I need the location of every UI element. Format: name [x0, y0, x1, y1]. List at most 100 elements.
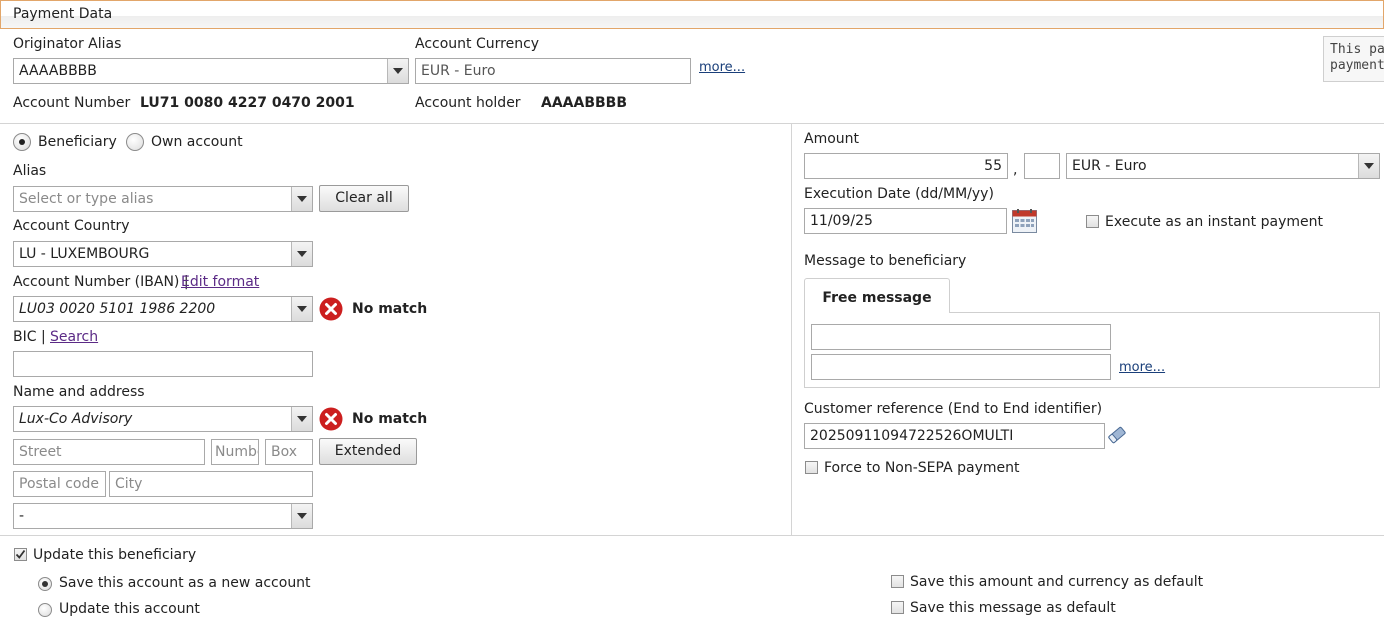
message-line-1-input[interactable]	[811, 324, 1111, 350]
amount-currency-value: EUR - Euro	[1072, 158, 1147, 174]
customer-reference-value: 20250911094722526OMULTI	[810, 428, 1014, 444]
update-beneficiary-label: Update this beneficiary	[33, 547, 197, 563]
customer-reference-input[interactable]: 20250911094722526OMULTI	[804, 423, 1105, 449]
payment-data-title: Payment Data	[13, 6, 113, 22]
column-divider	[791, 124, 792, 535]
error-x-icon	[319, 297, 343, 321]
originator-alias-value: AAAABBBB	[19, 63, 97, 79]
postal-code-placeholder: Postal code	[19, 476, 99, 492]
box-placeholder: Box	[271, 444, 298, 460]
calendar-icon[interactable]	[1012, 209, 1037, 233]
update-account-radio[interactable]	[38, 603, 52, 617]
amount-value: 55	[984, 158, 1002, 174]
name-address-label: Name and address	[13, 384, 145, 400]
postal-code-input[interactable]: Postal code	[13, 471, 106, 497]
customer-reference-label: Customer reference (End to End identifie…	[804, 401, 1103, 417]
amount-label: Amount	[804, 131, 860, 147]
street-input[interactable]: Street	[13, 439, 205, 465]
eraser-icon[interactable]	[1107, 425, 1127, 445]
own-account-radio[interactable]	[126, 133, 144, 151]
city-placeholder: City	[115, 476, 143, 492]
alias-label: Alias	[13, 163, 47, 179]
instant-payment-label: Execute as an instant payment	[1105, 214, 1323, 230]
message-label: Message to beneficiary	[804, 253, 967, 269]
save-message-default-label: Save this message as default	[910, 600, 1116, 616]
account-holder-value: AAAABBBB	[541, 95, 628, 111]
save-new-account-label: Save this account as a new account	[59, 575, 311, 591]
message-line-2-input[interactable]	[811, 354, 1111, 380]
city-input[interactable]: City	[109, 471, 313, 497]
iban-value: LU03 0020 5101 1986 2200	[19, 301, 216, 317]
account-number-label: Account Number	[13, 95, 131, 111]
number-placeholder: Numbe	[215, 444, 258, 460]
tab-free-message-label: Free message	[822, 290, 932, 306]
section-divider-top	[0, 123, 1384, 124]
update-account-label: Update this account	[59, 601, 200, 617]
name-value: Lux-Co Advisory	[19, 411, 133, 427]
account-number-value: LU71 0080 4227 0470 2001	[140, 95, 355, 111]
cents-input[interactable]	[1024, 153, 1060, 179]
tab-free-message[interactable]: Free message	[804, 278, 950, 313]
chevron-down-icon[interactable]	[1358, 154, 1379, 178]
payment-data-header: Payment Data	[0, 0, 1384, 29]
account-country-value: LU - LUXEMBOURG	[19, 246, 150, 262]
account-country-select[interactable]: LU - LUXEMBOURG	[13, 241, 313, 267]
clear-all-button[interactable]: Clear all	[319, 185, 409, 212]
save-amount-default-label: Save this amount and currency as default	[910, 574, 1204, 590]
originator-alias-label: Originator Alias	[13, 36, 122, 52]
section-divider-bottom	[0, 535, 1384, 536]
chevron-down-icon[interactable]	[291, 504, 312, 528]
side-note-line1: This pay	[1330, 42, 1384, 57]
bic-search-link[interactable]: Search	[50, 329, 98, 345]
extended-button[interactable]: Extended	[319, 438, 417, 465]
error-x-icon	[319, 407, 343, 431]
bic-input[interactable]	[13, 351, 313, 377]
alias-combobox[interactable]: Select or type alias	[13, 186, 313, 212]
name-combobox[interactable]: Lux-Co Advisory	[13, 406, 313, 432]
execution-date-value: 11/09/25	[810, 213, 873, 229]
chevron-down-icon[interactable]	[291, 297, 312, 321]
execution-date-input[interactable]: 11/09/25	[804, 208, 1007, 234]
alias-placeholder: Select or type alias	[19, 191, 154, 207]
account-currency-field: EUR - Euro	[415, 58, 691, 84]
amount-currency-select[interactable]: EUR - Euro	[1066, 153, 1380, 179]
iban-combobox[interactable]: LU03 0020 5101 1986 2200	[13, 296, 313, 322]
chevron-down-icon[interactable]	[387, 59, 408, 83]
message-more-link[interactable]: more...	[1119, 360, 1165, 375]
chevron-down-icon[interactable]	[291, 407, 312, 431]
iban-no-match: No match	[352, 301, 428, 317]
own-account-radio-label: Own account	[151, 134, 243, 150]
save-amount-default-checkbox[interactable]	[891, 575, 904, 588]
account-currency-value: EUR - Euro	[421, 63, 496, 79]
beneficiary-radio[interactable]	[13, 133, 31, 151]
iban-label: Account Number (IBAN) |	[13, 274, 189, 290]
beneficiary-radio-label: Beneficiary	[38, 134, 117, 150]
chevron-down-icon[interactable]	[291, 242, 312, 266]
save-message-default-checkbox[interactable]	[891, 601, 904, 614]
chevron-down-icon[interactable]	[291, 187, 312, 211]
instant-payment-checkbox[interactable]	[1086, 215, 1099, 228]
originator-more-link[interactable]: more...	[699, 60, 745, 75]
account-holder-label: Account holder	[415, 95, 521, 111]
non-sepa-checkbox[interactable]	[805, 461, 818, 474]
amount-input[interactable]: 55	[804, 153, 1008, 179]
originator-alias-select[interactable]: AAAABBBB	[13, 58, 409, 84]
checkmark-icon	[15, 549, 26, 559]
account-currency-label: Account Currency	[415, 36, 540, 52]
execution-date-label: Execution Date (dd/MM/yy)	[804, 186, 994, 202]
box-input[interactable]: Box	[265, 439, 313, 465]
number-input[interactable]: Numbe	[211, 439, 259, 465]
name-no-match: No match	[352, 411, 428, 427]
edit-format-link[interactable]: Edit format	[181, 274, 259, 290]
bic-label: BIC |	[13, 329, 46, 345]
save-new-account-radio[interactable]	[38, 577, 52, 591]
region-select[interactable]: -	[13, 503, 313, 529]
street-placeholder: Street	[19, 444, 62, 460]
side-note-box: This pay payment	[1323, 36, 1384, 82]
region-value: -	[19, 508, 25, 524]
side-note-line2: payment	[1330, 58, 1384, 73]
non-sepa-label: Force to Non-SEPA payment	[824, 460, 1020, 476]
account-country-label: Account Country	[13, 218, 130, 234]
update-beneficiary-checkbox[interactable]	[14, 548, 27, 561]
decimal-separator: ,	[1013, 162, 1018, 178]
